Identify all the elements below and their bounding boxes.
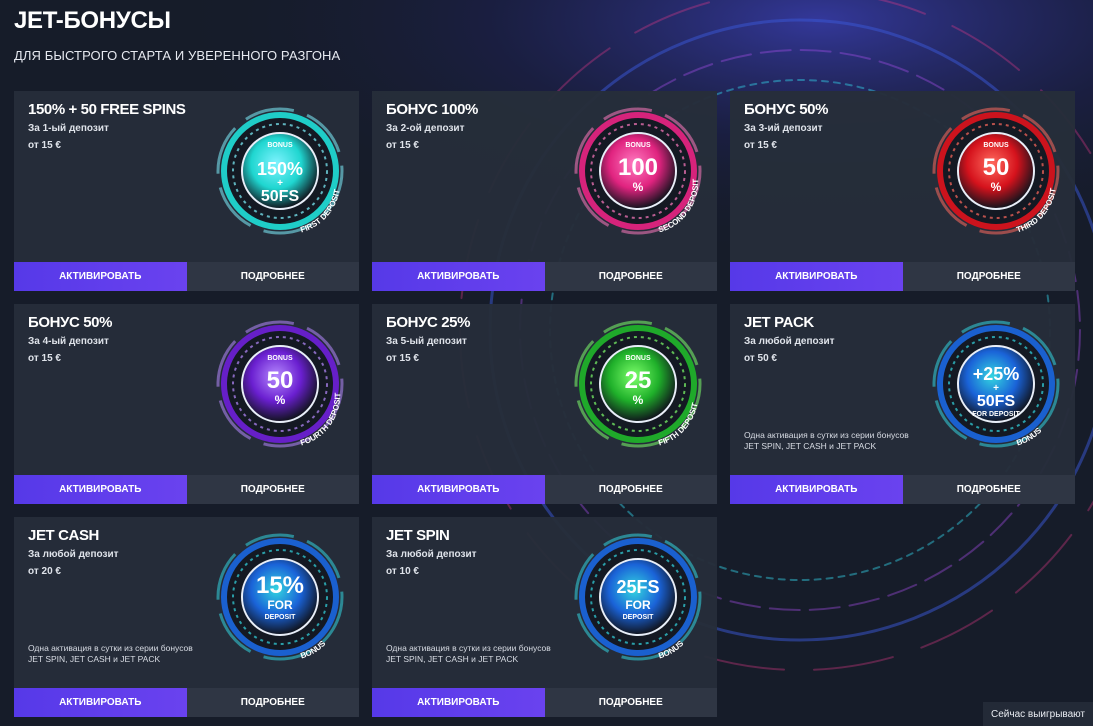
badge-main-value: +25% — [973, 364, 1020, 384]
badge-sub-label: DEPOSIT — [623, 614, 654, 621]
bonus-badge-icon: BONUS+25%+50FSFOR DEPOSIT — [932, 320, 1060, 448]
details-button[interactable]: ПОДРОБНЕЕ — [186, 688, 359, 717]
page-title: JET-БОНУСЫ — [14, 7, 171, 34]
bonus-min-amount: от 15 € — [28, 353, 61, 364]
bonus-badge-icon: BONUS25FSFORDEPOSIT — [574, 533, 702, 661]
badge-main-value: 50 — [267, 367, 294, 394]
bonus-deposit-label: За 4-ый депозит — [28, 336, 109, 347]
bonus-min-amount: от 20 € — [28, 566, 61, 577]
bonus-deposit-label: За любой депозит — [744, 336, 835, 347]
bonus-min-amount: от 15 € — [386, 353, 419, 364]
bonus-deposit-label: За любой депозит — [28, 549, 119, 560]
bonus-card: БОНУС 50% За 4-ый депозит от 15 € АКТИВИ… — [14, 304, 359, 504]
bonus-actions: АКТИВИРОВАТЬ ПОДРОБНЕЕ — [14, 688, 359, 717]
bonus-card: JET SPIN За любой депозит от 10 € Одна а… — [372, 517, 717, 717]
badge-main-value: 150% — [257, 159, 303, 179]
bonus-title: БОНУС 50% — [28, 314, 113, 331]
bonus-card: JET PACK За любой депозит от 50 € Одна а… — [730, 304, 1075, 504]
badge-sub-label: DEPOSIT — [265, 614, 296, 621]
bonus-badge-icon: SECOND DEPOSITBONUS100% — [574, 107, 702, 235]
bonus-title: 150% + 50 FREE SPINS — [28, 101, 186, 118]
badge-second-value: FOR — [267, 598, 293, 612]
badge-main-value: 50 — [983, 154, 1010, 181]
bonus-note: Одна активация в сутки из серии бонусов … — [28, 643, 193, 664]
bonus-min-amount: от 10 € — [386, 566, 419, 577]
badge-second-value: % — [275, 393, 286, 407]
bonus-title: БОНУС 50% — [744, 101, 829, 118]
bonus-title: JET CASH — [28, 527, 99, 544]
badge-main-value: 25FS — [616, 577, 659, 597]
badge-second-value: % — [633, 393, 644, 407]
bonus-min-amount: от 50 € — [744, 353, 777, 364]
bonus-title: БОНУС 100% — [386, 101, 478, 118]
bonus-note: Одна активация в сутки из серии бонусов … — [744, 430, 909, 451]
details-button[interactable]: ПОДРОБНЕЕ — [186, 475, 359, 504]
bonus-deposit-label: За 1-ый депозит — [28, 123, 109, 134]
bonus-deposit-label: За 3-ий депозит — [744, 123, 823, 134]
activate-button[interactable]: АКТИВИРОВАТЬ — [372, 475, 545, 504]
bonus-title: JET PACK — [744, 314, 814, 331]
activate-button[interactable]: АКТИВИРОВАТЬ — [730, 475, 903, 504]
bonus-badge-icon: FIFTH DEPOSITBONUS25% — [574, 320, 702, 448]
badge-top-label: BONUS — [625, 355, 651, 362]
bonus-note: Одна активация в сутки из серии бонусов … — [386, 643, 551, 664]
page-subtitle: ДЛЯ БЫСТРОГО СТАРТА И УВЕРЕННОГО РАЗГОНА — [14, 48, 341, 63]
details-button[interactable]: ПОДРОБНЕЕ — [902, 262, 1075, 291]
badge-main-value: 25 — [625, 367, 652, 394]
bonus-title: БОНУС 25% — [386, 314, 471, 331]
badge-second-value: % — [991, 180, 1002, 194]
badge-top-label: BONUS — [267, 355, 293, 362]
activate-button[interactable]: АКТИВИРОВАТЬ — [730, 262, 903, 291]
badge-second-value: 50FS — [261, 188, 300, 205]
activate-button[interactable]: АКТИВИРОВАТЬ — [14, 475, 187, 504]
bonus-actions: АКТИВИРОВАТЬ ПОДРОБНЕЕ — [730, 262, 1075, 291]
now-winning-tab[interactable]: Сейчас выигрывают — [983, 702, 1093, 726]
activate-button[interactable]: АКТИВИРОВАТЬ — [372, 688, 545, 717]
bonus-card: БОНУС 25% За 5-ый депозит от 15 € АКТИВИ… — [372, 304, 717, 504]
activate-button[interactable]: АКТИВИРОВАТЬ — [372, 262, 545, 291]
activate-button[interactable]: АКТИВИРОВАТЬ — [14, 262, 187, 291]
bonus-badge-icon: FIRST DEPOSITBONUS150%+50FS — [216, 107, 344, 235]
bonus-min-amount: от 15 € — [386, 140, 419, 151]
badge-second-value: 50FS — [977, 393, 1016, 410]
now-winning-label: Сейчас выигрывают — [990, 708, 1086, 720]
bonus-badge-icon: THIRD DEPOSITBONUS50% — [932, 107, 1060, 235]
bonus-badge-icon: FOURTH DEPOSITBONUS50% — [216, 320, 344, 448]
bonus-card: БОНУС 50% За 3-ий депозит от 15 € АКТИВИ… — [730, 91, 1075, 291]
bonus-deposit-label: За 2-ой депозит — [386, 123, 465, 134]
badge-top-label: BONUS — [983, 142, 1009, 149]
bonus-min-amount: от 15 € — [28, 140, 61, 151]
details-button[interactable]: ПОДРОБНЕЕ — [544, 688, 717, 717]
page-header: JET-БОНУСЫ ДЛЯ БЫСТРОГО СТАРТА И УВЕРЕНН… — [14, 6, 340, 63]
bonus-actions: АКТИВИРОВАТЬ ПОДРОБНЕЕ — [372, 475, 717, 504]
details-button[interactable]: ПОДРОБНЕЕ — [544, 262, 717, 291]
bonus-min-amount: от 15 € — [744, 140, 777, 151]
details-button[interactable]: ПОДРОБНЕЕ — [186, 262, 359, 291]
bonus-badge-icon: BONUS15%FORDEPOSIT — [216, 533, 344, 661]
bonus-actions: АКТИВИРОВАТЬ ПОДРОБНЕЕ — [730, 475, 1075, 504]
badge-second-value: % — [633, 180, 644, 194]
bonus-actions: АКТИВИРОВАТЬ ПОДРОБНЕЕ — [14, 262, 359, 291]
badge-main-value: 100 — [618, 154, 658, 181]
bonus-title: JET SPIN — [386, 527, 450, 544]
bonus-actions: АКТИВИРОВАТЬ ПОДРОБНЕЕ — [14, 475, 359, 504]
badge-top-label: BONUS — [267, 142, 293, 149]
badge-main-value: 15% — [256, 572, 304, 599]
details-button[interactable]: ПОДРОБНЕЕ — [902, 475, 1075, 504]
bonus-deposit-label: За любой депозит — [386, 549, 477, 560]
details-button[interactable]: ПОДРОБНЕЕ — [544, 475, 717, 504]
activate-button[interactable]: АКТИВИРОВАТЬ — [14, 688, 187, 717]
bonus-card: БОНУС 100% За 2-ой депозит от 15 € АКТИВ… — [372, 91, 717, 291]
bonus-card: 150% + 50 FREE SPINS За 1-ый депозит от … — [14, 91, 359, 291]
bonus-deposit-label: За 5-ый депозит — [386, 336, 467, 347]
bonus-card: JET CASH За любой депозит от 20 € Одна а… — [14, 517, 359, 717]
badge-sub-label: FOR DEPOSIT — [972, 411, 1020, 418]
bonus-actions: АКТИВИРОВАТЬ ПОДРОБНЕЕ — [372, 688, 717, 717]
bonus-actions: АКТИВИРОВАТЬ ПОДРОБНЕЕ — [372, 262, 717, 291]
badge-top-label: BONUS — [625, 142, 651, 149]
badge-second-value: FOR — [625, 598, 651, 612]
